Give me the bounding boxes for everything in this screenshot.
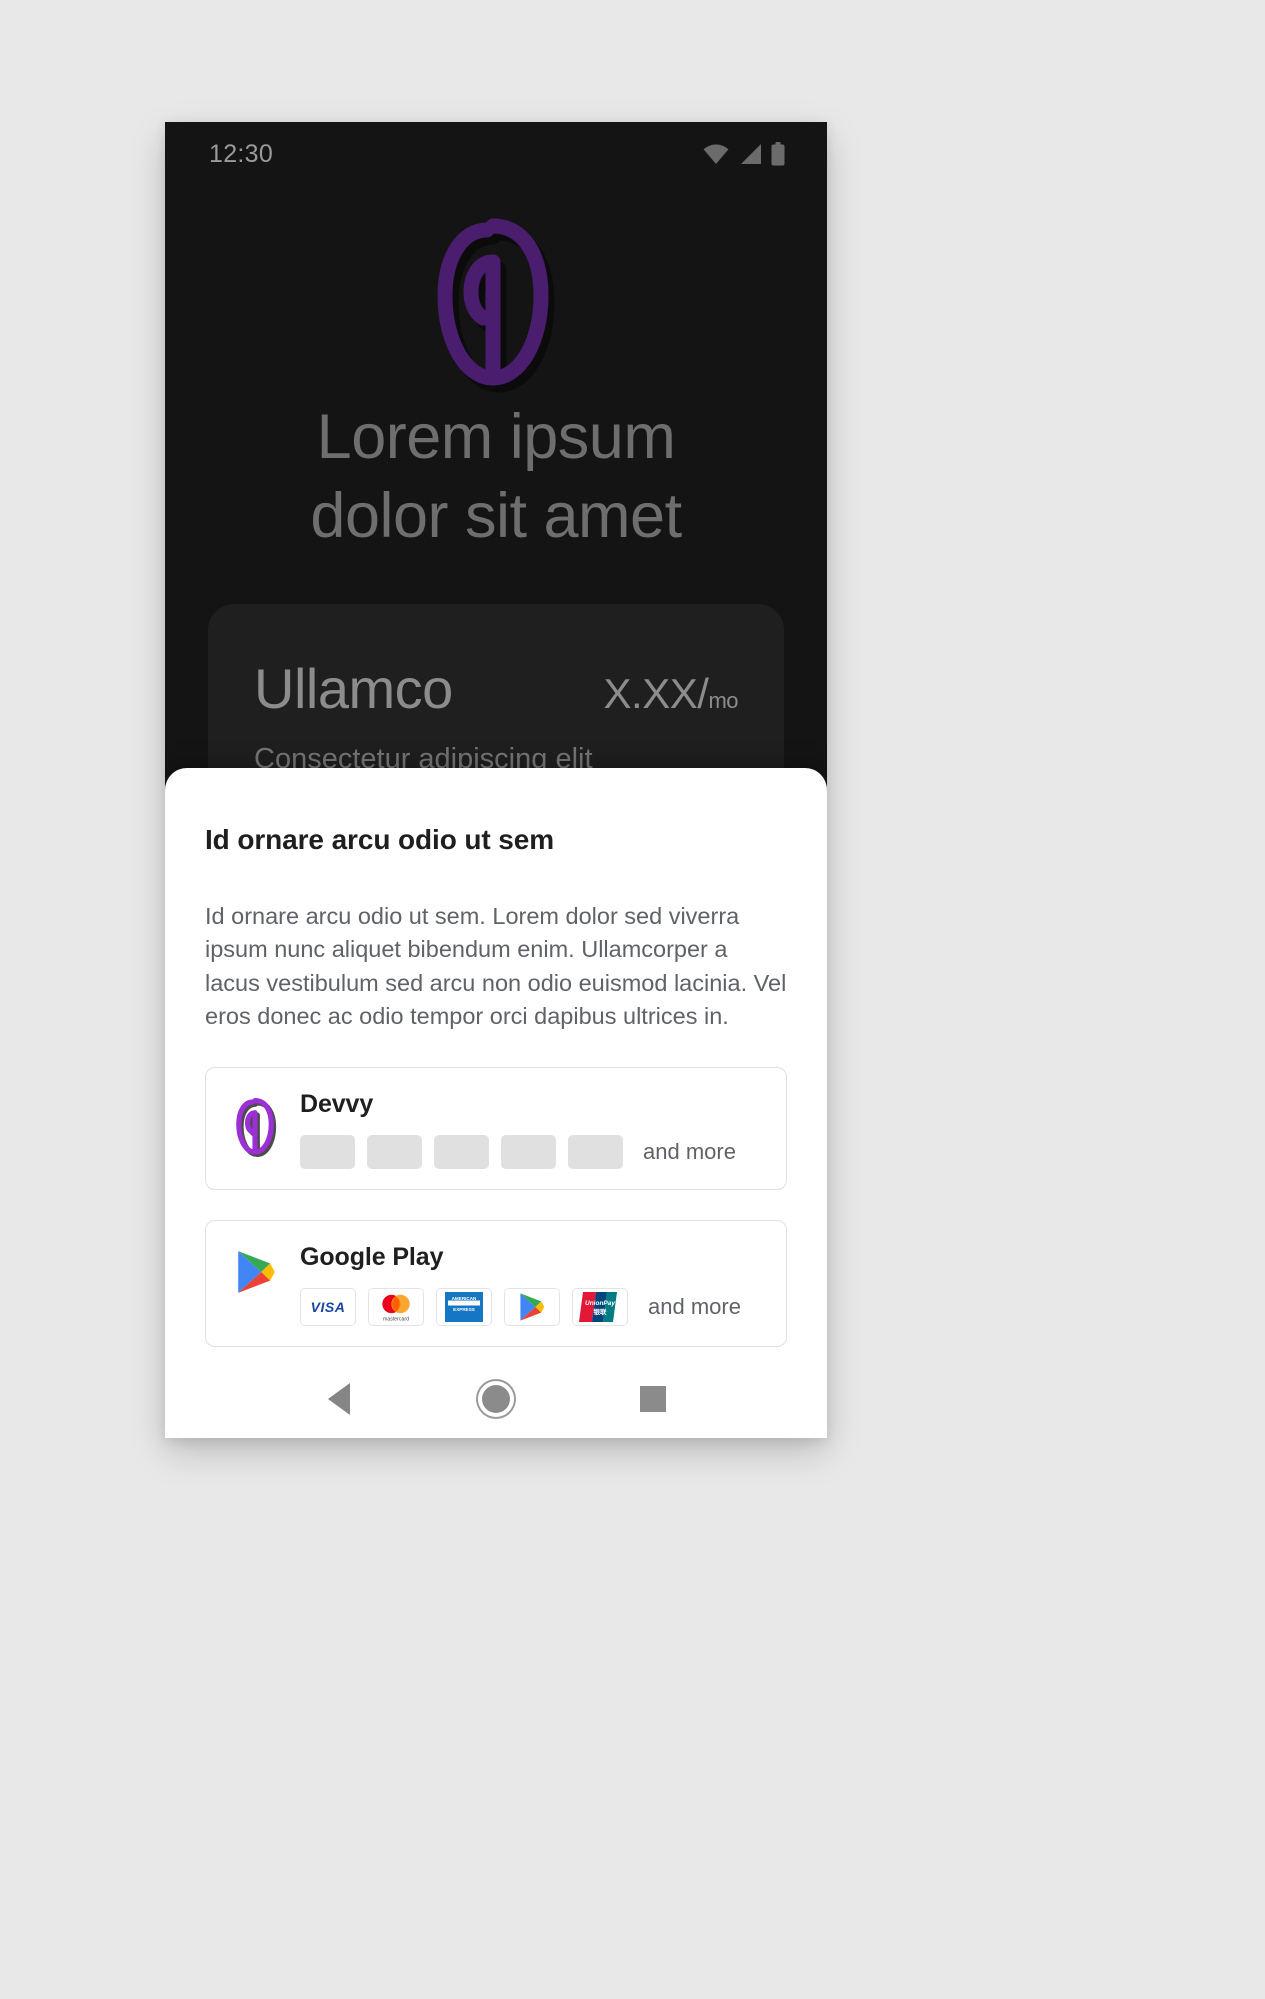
battery-icon xyxy=(771,142,785,166)
unionpay-icon: UnionPay 银联 xyxy=(572,1288,628,1327)
amex-icon: AMERICAN EXPRESS xyxy=(436,1288,492,1327)
placeholder-chip xyxy=(300,1135,355,1170)
devvy-logo-wrap xyxy=(230,1090,282,1158)
provider-card-devvy[interactable]: Devvy and more xyxy=(205,1067,787,1191)
phone-frame: 12:30 Lorem ipsum dolor sit amet Ullamco… xyxy=(165,122,827,1438)
sheet-title: Id ornare arcu odio ut sem xyxy=(205,824,555,855)
google-play-logo xyxy=(238,1251,275,1294)
svg-text:EXPRESS: EXPRESS xyxy=(453,1307,475,1312)
sheet-body-text: Id ornare arcu odio ut sem. Lorem dolor … xyxy=(205,903,787,1030)
recents-button[interactable] xyxy=(623,1369,683,1429)
plan-price-amount: X.XX/ xyxy=(603,670,709,717)
cell-signal-icon xyxy=(741,144,761,164)
visa-icon: VISA xyxy=(300,1288,356,1327)
back-triangle-icon xyxy=(328,1383,351,1415)
placeholder-chip xyxy=(568,1135,623,1170)
screenshot-root: 12:30 Lorem ipsum dolor sit amet Ullamco… xyxy=(0,0,1265,1999)
wifi-icon xyxy=(703,144,729,164)
plan-price: X.XX/mo xyxy=(603,670,739,718)
provider-body: Devvy and more xyxy=(300,1090,762,1170)
hero-logo xyxy=(165,214,827,394)
page-title-line2: dolor sit amet xyxy=(310,480,682,551)
back-button[interactable] xyxy=(309,1369,369,1429)
svg-text:mastercard: mastercard xyxy=(383,1317,409,1323)
plan-price-unit: mo xyxy=(708,688,738,713)
svg-text:AMERICAN: AMERICAN xyxy=(452,1296,477,1301)
svg-text:VISA: VISA xyxy=(311,1299,346,1315)
recents-square-icon xyxy=(639,1386,666,1412)
svg-text:UnionPay: UnionPay xyxy=(585,1300,615,1307)
provider-card-google-play[interactable]: Google Play VISA mastercard AMERICAN EXP… xyxy=(205,1220,787,1348)
plan-name: Ullamco xyxy=(254,657,453,720)
placeholder-chip xyxy=(501,1135,556,1170)
plan-card-header: Ullamco X.XX/mo xyxy=(254,656,738,721)
provider-name: Devvy xyxy=(300,1090,374,1119)
page-title-line1: Lorem ipsum xyxy=(316,402,676,472)
android-nav-bar xyxy=(165,1360,827,1438)
placeholder-chip xyxy=(367,1135,422,1170)
mastercard-icon: mastercard xyxy=(368,1288,424,1327)
devvy-logo xyxy=(437,218,555,393)
google-play-icon xyxy=(504,1288,560,1327)
and-more-label: and more xyxy=(648,1294,741,1320)
svg-text:银联: 银联 xyxy=(594,1307,608,1316)
and-more-label: and more xyxy=(643,1139,736,1165)
status-icon-group xyxy=(703,142,785,166)
google-play-logo-wrap xyxy=(230,1243,282,1295)
devvy-logo xyxy=(236,1098,277,1158)
provider-body: Google Play VISA mastercard AMERICAN EXP… xyxy=(300,1243,762,1327)
home-button[interactable] xyxy=(466,1369,526,1429)
payment-method-row: VISA mastercard AMERICAN EXPRESS UnionPa… xyxy=(300,1288,762,1327)
status-bar: 12:30 xyxy=(165,122,827,186)
status-time: 12:30 xyxy=(209,139,274,168)
placeholder-chip xyxy=(434,1135,489,1170)
home-circle-icon xyxy=(481,1385,510,1413)
bottom-sheet: Id ornare arcu odio ut sem Id ornare arc… xyxy=(165,768,827,1438)
provider-name: Google Play xyxy=(300,1243,444,1272)
payment-method-row: and more xyxy=(300,1135,762,1170)
page-title: Lorem ipsum dolor sit amet xyxy=(165,398,827,556)
